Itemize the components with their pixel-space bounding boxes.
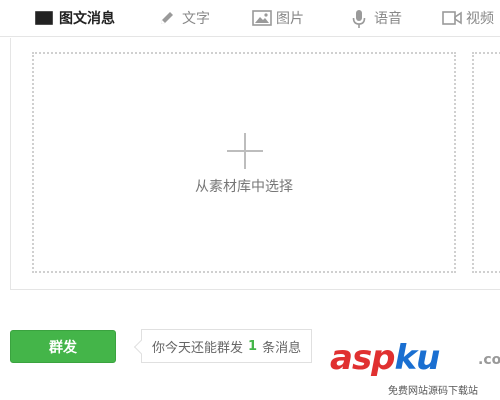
select-from-library-area[interactable]: 从素材库中选择 bbox=[32, 52, 456, 273]
select-from-library-label: 从素材库中选择 bbox=[195, 179, 293, 195]
watermark-domain: .com bbox=[478, 352, 500, 368]
message-type-tabs: 图文消息 文字 图片 语音 视频 bbox=[0, 0, 500, 37]
tab-image[interactable]: 图片 bbox=[252, 0, 304, 36]
watermark-part-b: ku bbox=[394, 338, 441, 378]
video-icon bbox=[442, 9, 462, 27]
tip-suffix: 条消息 bbox=[262, 340, 302, 356]
remaining-sends-tip: 你今天还能群发 1 条消息 bbox=[141, 329, 313, 363]
pencil-icon bbox=[158, 9, 176, 27]
tab-image-label: 图片 bbox=[276, 11, 304, 27]
watermark-subtitle: 免费网站源码下载站 bbox=[388, 386, 478, 397]
article-icon bbox=[35, 9, 53, 27]
tab-text[interactable]: 文字 bbox=[158, 0, 210, 36]
tip-prefix: 你今天还能群发 bbox=[152, 340, 244, 356]
tab-text-label: 文字 bbox=[182, 11, 210, 27]
tab-voice[interactable]: 语音 bbox=[350, 0, 402, 36]
tab-video[interactable]: 视频 bbox=[442, 0, 494, 36]
tab-article[interactable]: 图文消息 bbox=[35, 0, 115, 36]
mass-send-button-label: 群发 bbox=[49, 339, 77, 356]
microphone-icon bbox=[350, 9, 368, 28]
plus-icon bbox=[227, 133, 263, 169]
tab-video-label: 视频 bbox=[466, 11, 494, 27]
mass-send-button[interactable]: 群发 bbox=[10, 330, 116, 363]
watermark-logo: aspku .com 免费网站源码下载站 bbox=[330, 338, 500, 400]
remaining-sends-count: 1 bbox=[248, 338, 258, 354]
watermark-part-a: asp bbox=[330, 338, 396, 378]
tab-article-label: 图文消息 bbox=[59, 11, 115, 27]
watermark-main-text: aspku bbox=[330, 338, 441, 378]
mass-send-page: 图文消息 文字 图片 语音 视频 从素材库中选择 群发 你今天还能群发 1 条消… bbox=[0, 0, 500, 400]
secondary-upload-area[interactable] bbox=[472, 52, 500, 273]
tab-voice-label: 语音 bbox=[374, 11, 402, 27]
image-icon bbox=[252, 9, 272, 27]
